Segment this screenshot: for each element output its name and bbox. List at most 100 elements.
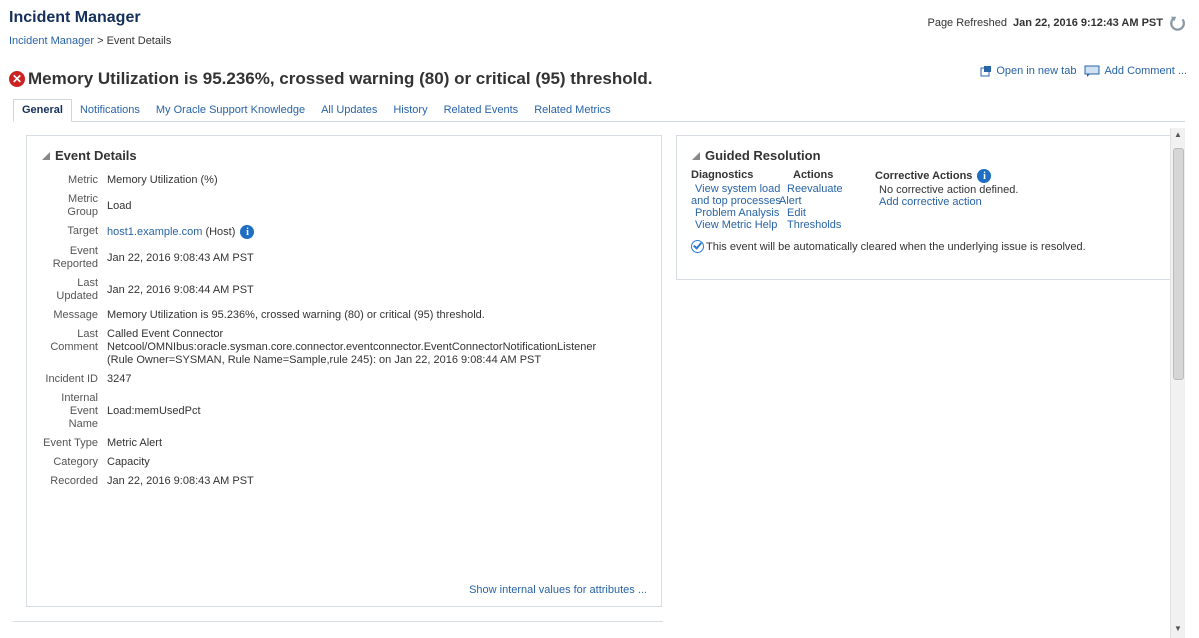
tab-related-events[interactable]: Related Events (436, 100, 527, 121)
view-system-load-link[interactable]: View system load (691, 183, 787, 195)
incident-id-link[interactable]: 3247 (107, 373, 131, 386)
page-title: Memory Utilization is 95.236%, crossed w… (28, 69, 653, 88)
tab-general[interactable]: General (13, 99, 72, 122)
corrective-info-icon[interactable]: i (977, 169, 992, 183)
field-value: Capacity (107, 456, 150, 468)
field-event-type: Event Type Metric Alert (42, 437, 657, 450)
field-last-updated: Last Updated Jan 22, 2016 9:08:44 AM PST (42, 277, 657, 303)
scroll-up-arrow-icon[interactable]: ▲ (1171, 130, 1185, 142)
add-corrective-action-link[interactable]: Add corrective action (875, 196, 1018, 208)
critical-icon: ✕ (9, 71, 25, 87)
field-target: Target host1.example.com (Host) i (42, 225, 657, 239)
corrective-actions-header: Corrective Actions i (875, 169, 1018, 183)
field-recorded: Recorded Jan 22, 2016 9:08:43 AM PST (42, 475, 657, 488)
field-value: Jan 22, 2016 9:08:43 AM PST (107, 475, 254, 487)
guided-resolution-columns: Diagnostics View system load and top pro… (691, 169, 1018, 231)
panel-divider (13, 621, 663, 622)
open-new-tab-label[interactable]: Open in new tab (996, 65, 1076, 77)
field-label: Internal Event Name (61, 392, 98, 430)
comment-icon (1084, 65, 1100, 77)
field-event-reported: Event Reported Jan 22, 2016 9:08:43 AM P… (42, 245, 657, 271)
field-category: Category Capacity (42, 456, 657, 469)
event-details-fields: Metric Memory Utilization (%) Metric Gro… (42, 174, 657, 494)
target-info-icon[interactable]: i (240, 225, 255, 239)
breadcrumb-incident-manager[interactable]: Incident Manager (9, 35, 94, 47)
target-link[interactable]: host1.example.com (107, 226, 202, 238)
event-details-panel: Event Details Metric Memory Utilization … (26, 135, 662, 607)
reevaluate-alert-link[interactable]: Alert (779, 195, 875, 207)
field-label: Metric (68, 174, 98, 186)
vertical-scrollbar[interactable]: ▲ ▼ (1170, 128, 1185, 638)
auto-clear-text: This event will be automatically cleared… (706, 240, 1086, 253)
show-internal-values-link[interactable]: Show internal values for attributes ... (469, 584, 647, 596)
field-metric: Metric Memory Utilization (%) (42, 174, 657, 187)
collapse-triangle-icon[interactable] (692, 151, 700, 160)
scroll-thumb[interactable] (1173, 148, 1184, 380)
tab-notifications[interactable]: Notifications (72, 100, 148, 121)
field-value: Load:memUsedPct (107, 405, 201, 417)
field-last-comment: Last Comment Called Event Connector Netc… (42, 328, 657, 367)
add-comment-label[interactable]: Add Comment ... (1104, 65, 1187, 77)
open-new-tab-link[interactable]: Open in new tab (980, 65, 1076, 77)
tab-related-metrics[interactable]: Related Metrics (526, 100, 618, 121)
field-value: Jan 22, 2016 9:08:44 AM PST (107, 283, 254, 296)
field-label: Last Comment (50, 328, 98, 353)
field-label: Message (53, 309, 98, 321)
field-label: Event Type (43, 437, 98, 449)
field-message: Message Memory Utilization is 95.236%, c… (42, 309, 657, 322)
tab-my-oracle-support-knowledge[interactable]: My Oracle Support Knowledge (148, 100, 313, 121)
add-comment-link[interactable]: Add Comment ... (1084, 65, 1187, 77)
event-details-header[interactable]: Event Details (42, 148, 137, 163)
field-value: Memory Utilization is 95.236%, crossed w… (107, 309, 485, 321)
app-title: Incident Manager (9, 9, 141, 26)
target-value: host1.example.com (Host) i (107, 225, 255, 239)
field-value: Metric Alert (107, 437, 163, 449)
tab-bar: General Notifications My Oracle Support … (13, 97, 1185, 122)
field-label: Metric Group (67, 193, 98, 218)
edit-thresholds-link[interactable]: Edit (787, 207, 875, 219)
field-label: Target (67, 225, 98, 237)
last-comment-value: Called Event Connector Netcool/OMNIbus:o… (107, 328, 596, 367)
comment-line: (Rule Owner=SYSMAN, Rule Name=Sample,rul… (107, 354, 542, 366)
tab-all-updates[interactable]: All Updates (313, 100, 385, 121)
scroll-down-arrow-icon[interactable]: ▼ (1171, 624, 1185, 636)
refresh-label: Page Refreshed (927, 17, 1007, 29)
event-details-title: Event Details (55, 148, 137, 163)
breadcrumb-current: Event Details (106, 35, 172, 47)
diagnostics-column: Diagnostics View system load and top pro… (691, 169, 787, 231)
field-incident-id: Incident ID 3247 (42, 373, 657, 386)
breadcrumb: Incident Manager > Event Details (9, 35, 171, 47)
view-metric-help-link[interactable]: View Metric Help (691, 219, 787, 231)
corrective-actions-column: Corrective Actions i No corrective actio… (875, 169, 1018, 231)
guided-resolution-panel: Guided Resolution Diagnostics View syste… (676, 135, 1171, 280)
comment-line: Netcool/OMNIbus:oracle.sysman.core.conne… (107, 341, 597, 353)
tab-history[interactable]: History (385, 100, 435, 121)
field-value: Jan 22, 2016 9:08:43 AM PST (107, 251, 254, 264)
field-label: Last Updated (56, 277, 98, 302)
view-system-load-link[interactable]: and top processes (691, 195, 787, 207)
check-circle-icon (691, 240, 704, 253)
field-metric-group: Metric Group Load (42, 193, 657, 219)
field-label: Incident ID (45, 373, 98, 385)
field-label: Category (53, 456, 98, 468)
edit-thresholds-link[interactable]: Thresholds (787, 219, 875, 231)
metric-link[interactable]: Memory Utilization (%) (107, 174, 218, 187)
guided-resolution-title: Guided Resolution (705, 148, 821, 163)
breadcrumb-separator: > (97, 35, 104, 47)
page-title-row: ✕ Memory Utilization is 95.236%, crossed… (9, 69, 652, 89)
corrective-actions-title: Corrective Actions (875, 169, 973, 182)
field-label: Event Reported (52, 245, 98, 270)
collapse-triangle-icon[interactable] (42, 151, 50, 160)
tab-content: Event Details Metric Memory Utilization … (13, 128, 1185, 638)
reevaluate-alert-link[interactable]: Reevaluate (787, 183, 875, 195)
refresh-icon[interactable] (1169, 14, 1187, 32)
guided-resolution-header[interactable]: Guided Resolution (692, 148, 821, 163)
problem-analysis-link[interactable]: Problem Analysis (691, 207, 787, 219)
auto-clear-note: This event will be automatically cleared… (691, 240, 1086, 253)
target-type: (Host) (205, 225, 236, 238)
comment-line: Called Event Connector (107, 328, 224, 340)
title-actions: Open in new tab Add Comment ... (980, 65, 1187, 77)
refresh-time: Jan 22, 2016 9:12:43 AM PST (1012, 17, 1163, 29)
actions-header: Actions (793, 169, 834, 181)
open-new-tab-icon (980, 66, 992, 77)
